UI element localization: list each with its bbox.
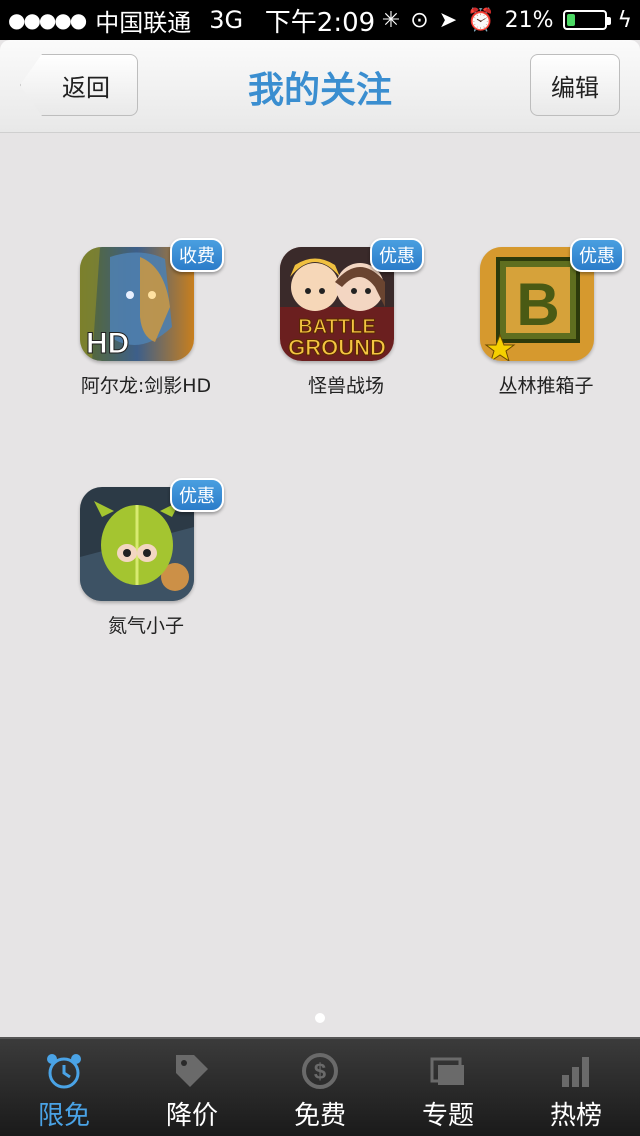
navigation-bar: 返回 我的关注 编辑 [0, 40, 640, 133]
hd-badge-text: HD [86, 327, 129, 360]
battery-fill [567, 14, 576, 26]
dollar-coin-icon: $ [302, 1053, 338, 1089]
app-name[interactable]: 阿尔龙:剑影HD [46, 371, 246, 398]
app-name[interactable]: 氮气小子 [46, 611, 246, 638]
status-right: ✳ ⊙ ➤ ⏰ 21% ϟ [382, 8, 632, 33]
tab-free[interactable]: $ 免费 [256, 1039, 384, 1136]
tab-label: 专题 [421, 1101, 474, 1131]
alarm-clock-icon [47, 1054, 81, 1089]
price-tag-badge: 收费 [170, 238, 224, 272]
tab-topics[interactable]: 专题 [384, 1039, 512, 1136]
tab-label: 降价 [165, 1101, 218, 1131]
sale-tag-icon [176, 1055, 208, 1087]
orientation-lock-icon: ⊙ [410, 7, 429, 33]
status-bar: ●●●●● 中国联通 3G 下午2:09 ✳ ⊙ ➤ ⏰ 21% ϟ [0, 0, 640, 40]
alarm-icon: ⏰ [467, 7, 495, 33]
followed-apps-grid: HD 收费 阿尔龙:剑影HD BATTLE GROUND 优惠 怪兽战场 B 优… [0, 133, 640, 1033]
bar-chart-icon [562, 1057, 589, 1087]
carrier-name: 中国联通 [95, 8, 192, 37]
charging-bolt-icon: ϟ [617, 7, 632, 33]
price-tag-badge: 优惠 [370, 238, 424, 272]
network-type: 3G [209, 6, 244, 34]
stacked-cards-icon [430, 1057, 464, 1085]
tab-bar: 限免 降价 $ 免费 专题 热榜 [0, 1037, 640, 1136]
svg-text:$: $ [314, 1059, 326, 1084]
app-name[interactable]: 怪兽战场 [246, 371, 446, 398]
loading-spinner-icon: ✳ [381, 7, 401, 33]
signal-strength-icon: ●●●●● [8, 8, 87, 32]
edit-button[interactable]: 编辑 [530, 54, 620, 116]
tab-label: 限免 [37, 1101, 90, 1131]
tab-limited-free[interactable]: 限免 [0, 1039, 128, 1136]
app-name[interactable]: 丛林推箱子 [446, 371, 640, 398]
battery-percent: 21% [504, 7, 554, 33]
tab-label: 热榜 [549, 1101, 602, 1131]
tab-price-drop[interactable]: 降价 [128, 1039, 256, 1136]
tab-hot-list[interactable]: 热榜 [512, 1039, 640, 1136]
page-indicator-dot [315, 1013, 325, 1023]
price-tag-badge: 优惠 [170, 478, 224, 512]
price-tag-badge: 优惠 [570, 238, 624, 272]
location-arrow-icon: ➤ [438, 7, 458, 33]
status-left: ●●●●● 中国联通 3G [8, 3, 243, 38]
battery-icon [563, 10, 612, 30]
b-letter: B [516, 271, 559, 338]
ground-text: GROUND [288, 335, 386, 360]
tab-label: 免费 [293, 1101, 346, 1131]
